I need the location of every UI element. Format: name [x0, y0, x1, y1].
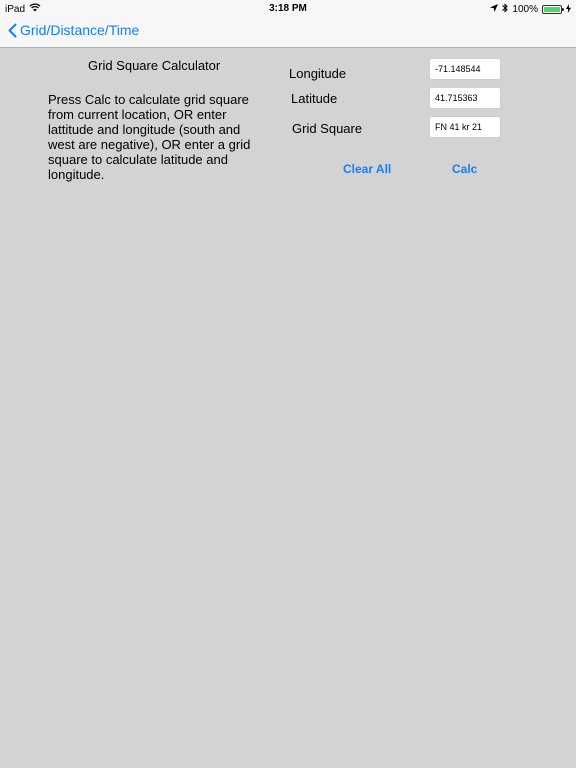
instructions-text: Press Calc to calculate grid square from…	[48, 92, 251, 182]
chevron-left-icon	[8, 23, 17, 38]
battery-fill	[544, 7, 560, 12]
navigation-bar: Grid/Distance/Time	[0, 16, 576, 48]
calc-button[interactable]: Calc	[452, 162, 477, 176]
grid-square-label: Grid Square	[292, 121, 363, 136]
charging-bolt-icon	[566, 3, 571, 16]
longitude-input[interactable]	[429, 58, 501, 80]
grid-square-input[interactable]	[429, 116, 501, 138]
location-arrow-icon	[490, 4, 499, 15]
back-button-label: Grid/Distance/Time	[20, 22, 140, 38]
latitude-input[interactable]	[429, 87, 501, 109]
longitude-label: Longitude	[289, 66, 347, 81]
status-bar: iPad 3:18 PM 100%	[0, 0, 576, 16]
page-title: Grid Square Calculator	[88, 58, 221, 73]
clear-all-button[interactable]: Clear All	[343, 162, 391, 176]
status-right: 100%	[490, 3, 571, 16]
back-button[interactable]: Grid/Distance/Time	[8, 22, 139, 38]
battery-icon	[542, 5, 564, 14]
battery-percent: 100%	[512, 4, 538, 15]
latitude-label: Latitude	[291, 91, 338, 106]
bluetooth-icon	[502, 3, 509, 16]
